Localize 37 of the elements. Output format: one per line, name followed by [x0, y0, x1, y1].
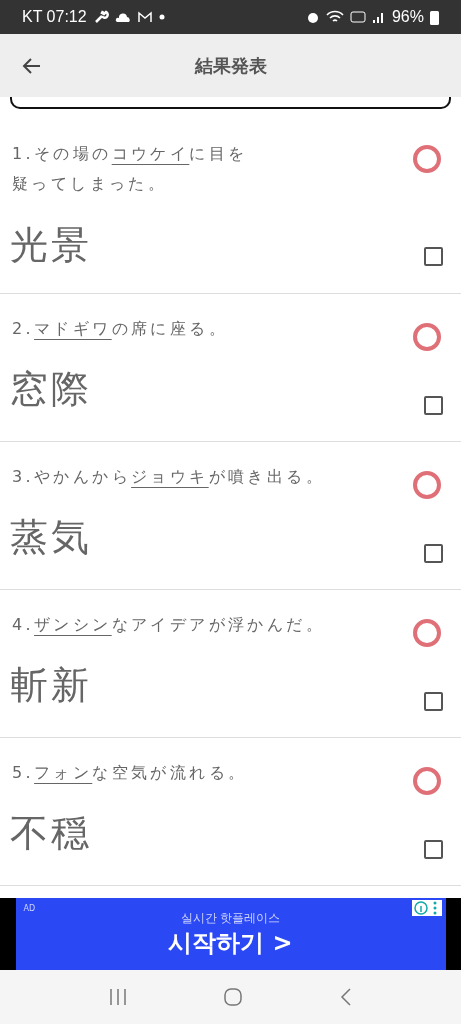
- mail-icon: [136, 11, 153, 23]
- battery-percent: 96%: [391, 8, 424, 26]
- answer-word: 光景: [10, 222, 92, 269]
- checkbox[interactable]: [424, 692, 443, 711]
- answer-word: 蒸気: [10, 514, 92, 561]
- dot-icon: [158, 14, 165, 20]
- ad-headline: 시작하기 >: [168, 927, 293, 959]
- wifi-icon: [325, 10, 344, 24]
- ad-banner[interactable]: AD 실시간 핫플레이스 시작하기 >: [15, 898, 446, 970]
- question-sentence: 4.ザンシン なアイデアが浮かんだ。: [12, 614, 326, 636]
- ad-label: AD: [23, 904, 36, 913]
- recent-apps-icon[interactable]: [107, 988, 128, 1006]
- screen-title: 結果発表: [194, 53, 267, 78]
- circle-mark-icon: [411, 321, 443, 353]
- circle-mark-icon: [411, 469, 443, 501]
- ad-subtitle: 실시간 핫플레이스: [180, 909, 281, 927]
- battery-icon: [430, 9, 439, 25]
- circle-mark-icon: [411, 143, 443, 175]
- question-sentence: 2.マドギワ の席に座る。: [12, 318, 229, 340]
- checkbox[interactable]: [424, 396, 443, 415]
- circle-mark-icon: [411, 617, 443, 649]
- checkbox[interactable]: [424, 544, 443, 563]
- cloud-icon: [114, 11, 131, 23]
- signal-icon: [371, 10, 386, 24]
- home-icon[interactable]: [223, 987, 244, 1007]
- back-icon[interactable]: [339, 987, 354, 1007]
- carrier-time: KT 07:12: [22, 8, 87, 26]
- answer-word: 不穏: [10, 810, 92, 857]
- answer-word: 斬新: [10, 662, 92, 709]
- ad-info-icon[interactable]: [411, 900, 442, 916]
- question-sentence: 5.フォン な空気が流れる。: [12, 762, 248, 784]
- question-sentence: 1.その場の コウケイ に目を 疑ってしまった。: [12, 143, 248, 195]
- checkbox[interactable]: [424, 840, 443, 859]
- answer-word: 窓際: [10, 366, 92, 413]
- question-sentence: 3.やかんから ジョウキ が噴き出る。: [12, 466, 326, 488]
- checkbox[interactable]: [424, 247, 443, 266]
- circle-mark-icon: [411, 765, 443, 797]
